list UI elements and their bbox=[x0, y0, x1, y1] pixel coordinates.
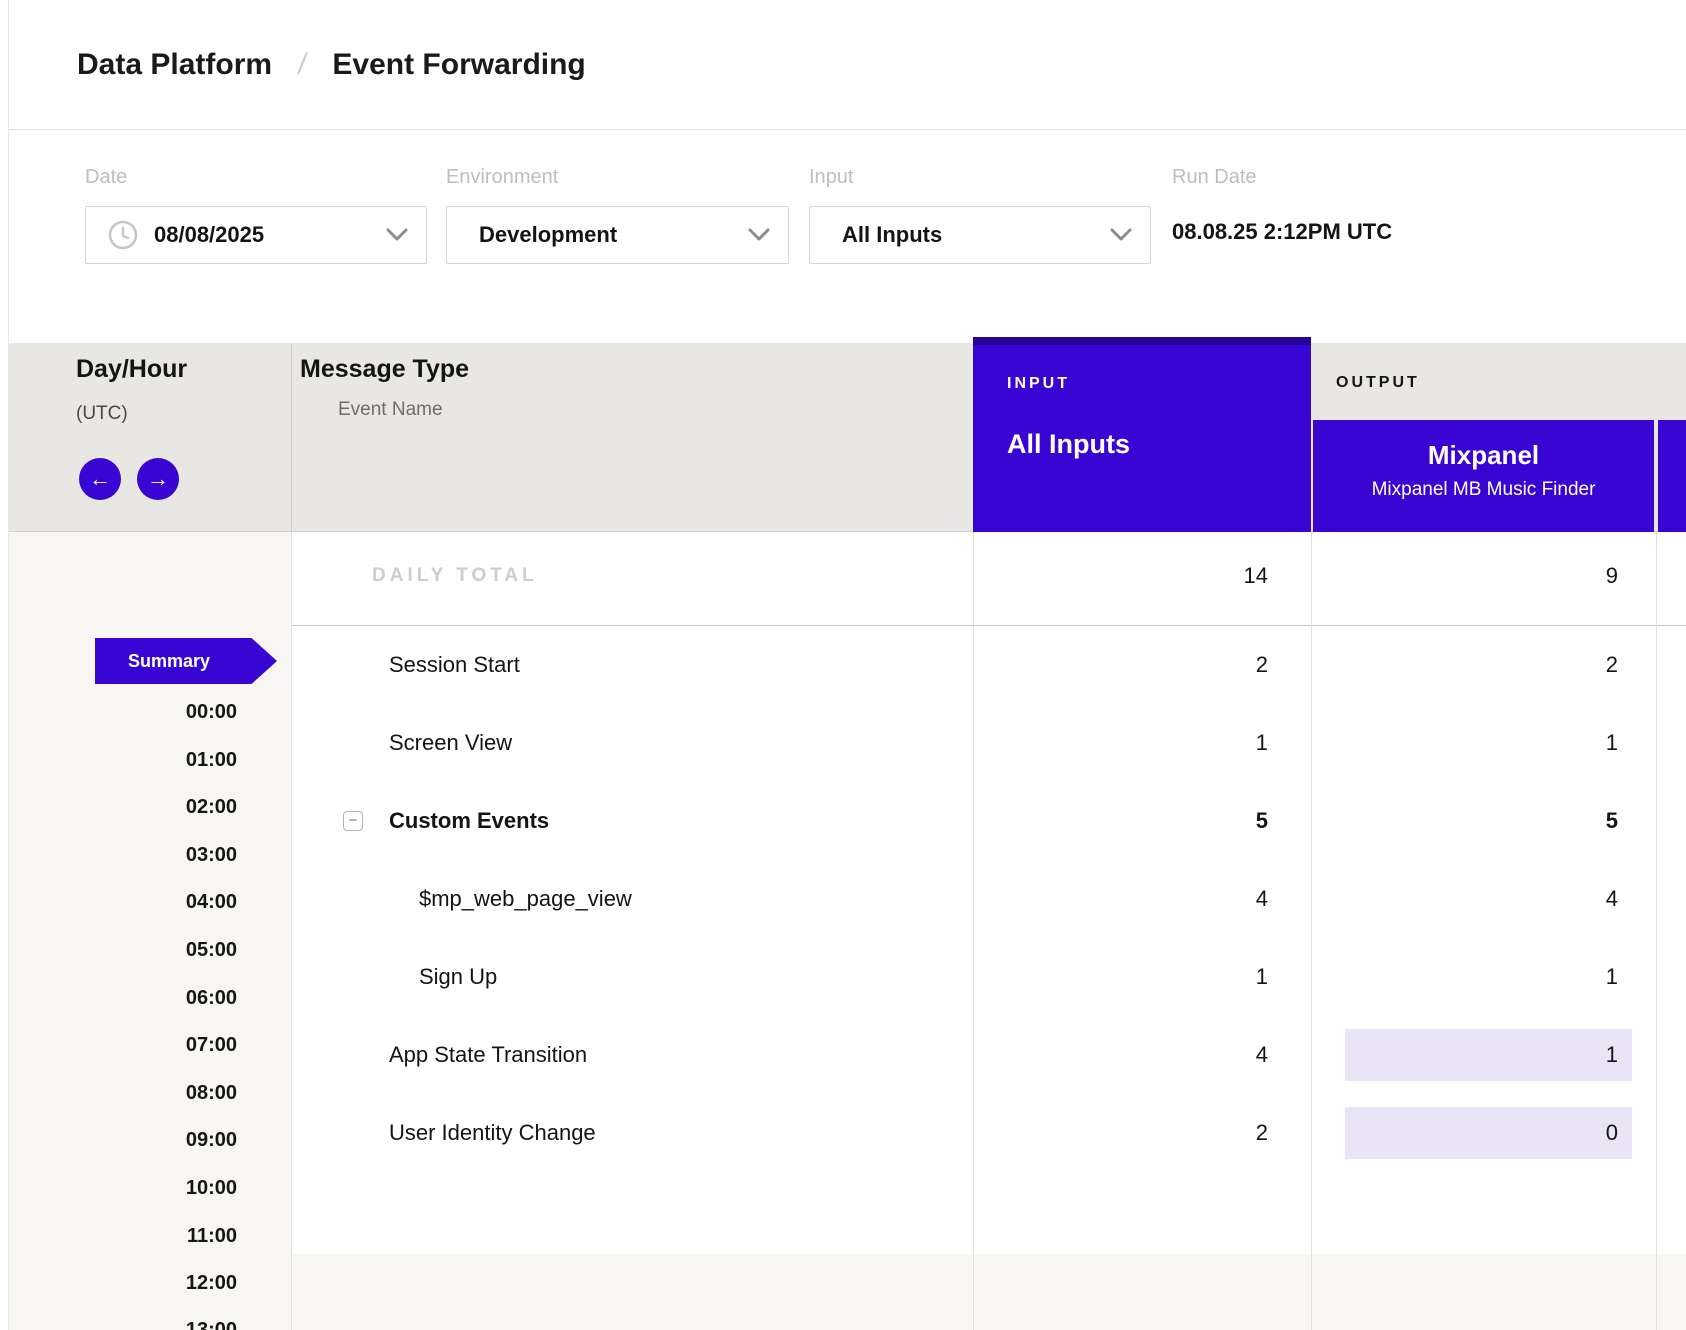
input-header-accent bbox=[973, 337, 1311, 345]
day-hour-column-title: Day/Hour bbox=[76, 355, 187, 384]
output-subtitle: Mixpanel MB Music Finder bbox=[1313, 479, 1654, 501]
summary-row-selector[interactable]: Summary bbox=[95, 638, 277, 684]
event-name: App State Transition bbox=[389, 1042, 587, 1068]
hour-row[interactable]: 11:00 bbox=[8, 1225, 237, 1248]
input-filter-label: Input bbox=[809, 166, 853, 189]
grid-line bbox=[1311, 532, 1312, 1330]
hour-row[interactable]: 02:00 bbox=[8, 796, 237, 819]
hour-row[interactable]: 09:00 bbox=[8, 1129, 237, 1152]
grid-line bbox=[291, 532, 292, 1330]
hour-row[interactable]: 04:00 bbox=[8, 891, 237, 914]
event-name: User Identity Change bbox=[389, 1120, 596, 1146]
output-name: Mixpanel bbox=[1313, 440, 1654, 471]
event-name: Screen View bbox=[389, 730, 512, 756]
environment-value: Development bbox=[479, 222, 617, 248]
event-group-name: Custom Events bbox=[389, 808, 549, 834]
table-row: App State Transition 4 1 bbox=[291, 1016, 1686, 1094]
table-footer-area bbox=[291, 1254, 1686, 1330]
output-column-header-mixpanel[interactable]: Mixpanel Mixpanel MB Music Finder bbox=[1313, 420, 1654, 532]
input-header-value: All Inputs bbox=[1007, 429, 1311, 460]
environment-filter-label: Environment bbox=[446, 166, 558, 189]
daily-total-row: DAILY TOTAL 14 9 bbox=[291, 532, 1686, 626]
column-divider bbox=[291, 343, 292, 532]
table-row: $mp_web_page_view 4 4 bbox=[291, 860, 1686, 938]
table-row: − Custom Events 5 5 bbox=[291, 782, 1686, 860]
input-count: 4 bbox=[974, 886, 1268, 912]
hour-row[interactable]: 00:00 bbox=[8, 701, 237, 724]
input-count: 1 bbox=[974, 964, 1268, 990]
date-select[interactable]: 08/08/2025 bbox=[85, 206, 427, 264]
run-date-value: 08.08.25 2:12PM UTC bbox=[1172, 219, 1392, 245]
day-hour-column-subtitle: (UTC) bbox=[76, 403, 128, 425]
input-count: 4 bbox=[974, 1042, 1268, 1068]
output-count: 1 bbox=[1315, 964, 1618, 990]
daily-total-output-value: 9 bbox=[1315, 563, 1618, 589]
daily-total-input-value: 14 bbox=[974, 563, 1268, 589]
input-column-header[interactable]: INPUT All Inputs bbox=[973, 337, 1311, 532]
output-column-header-next[interactable] bbox=[1658, 420, 1686, 532]
date-value: 08/08/2025 bbox=[154, 222, 264, 248]
event-name: Sign Up bbox=[419, 964, 497, 990]
output-count: 5 bbox=[1315, 808, 1618, 834]
message-type-column-title: Message Type bbox=[300, 355, 469, 384]
breadcrumb-section-link[interactable]: Data Platform bbox=[77, 48, 272, 82]
input-count: 2 bbox=[974, 1120, 1268, 1146]
hour-row[interactable]: 03:00 bbox=[8, 844, 237, 867]
output-count: 0 bbox=[1606, 1120, 1618, 1146]
input-count: 2 bbox=[974, 652, 1268, 678]
date-filter-label: Date bbox=[85, 166, 127, 189]
message-type-column-subtitle: Event Name bbox=[338, 399, 443, 421]
highlighted-output-cell: 1 bbox=[1345, 1029, 1632, 1081]
grid-line bbox=[973, 532, 974, 1330]
daily-total-label: DAILY TOTAL bbox=[372, 565, 538, 587]
environment-select[interactable]: Development bbox=[446, 206, 789, 264]
hour-row[interactable]: 01:00 bbox=[8, 749, 237, 772]
input-value: All Inputs bbox=[842, 222, 942, 248]
hour-row[interactable]: 13:00 bbox=[8, 1319, 237, 1330]
prev-day-button[interactable]: ← bbox=[79, 458, 121, 500]
table-row: Session Start 2 2 bbox=[291, 626, 1686, 704]
chevron-down-icon bbox=[386, 228, 408, 242]
output-count: 1 bbox=[1315, 730, 1618, 756]
chevron-down-icon bbox=[1110, 228, 1132, 242]
hour-row[interactable]: 05:00 bbox=[8, 939, 237, 962]
hour-row[interactable]: 06:00 bbox=[8, 987, 237, 1010]
output-count: 4 bbox=[1315, 886, 1618, 912]
page-title: Event Forwarding bbox=[332, 48, 585, 82]
table-row: User Identity Change 2 0 bbox=[291, 1094, 1686, 1172]
collapse-icon[interactable]: − bbox=[343, 811, 363, 831]
input-count: 5 bbox=[974, 808, 1268, 834]
breadcrumb-separator: / bbox=[296, 48, 309, 82]
breadcrumb: Data Platform / Event Forwarding bbox=[9, 0, 1686, 130]
run-date-label: Run Date bbox=[1172, 166, 1257, 189]
hour-row[interactable]: 12:00 bbox=[8, 1272, 237, 1295]
hour-row[interactable]: 10:00 bbox=[8, 1177, 237, 1200]
output-count: 1 bbox=[1606, 1042, 1618, 1068]
input-count: 1 bbox=[974, 730, 1268, 756]
input-header-label: INPUT bbox=[1007, 345, 1311, 393]
event-name: Session Start bbox=[389, 652, 520, 678]
chevron-down-icon bbox=[748, 228, 770, 242]
hour-row[interactable]: 08:00 bbox=[8, 1082, 237, 1105]
clock-icon bbox=[108, 220, 138, 250]
grid-line bbox=[1656, 532, 1657, 1330]
event-rows: Session Start 2 2 Screen View 1 1 − Cust… bbox=[291, 626, 1686, 1254]
table-row: Screen View 1 1 bbox=[291, 704, 1686, 782]
event-name: $mp_web_page_view bbox=[419, 886, 632, 912]
output-section-label: OUTPUT bbox=[1336, 374, 1420, 392]
table-row: Sign Up 1 1 bbox=[291, 938, 1686, 1016]
filter-bar: Date Environment Input Run Date 08/08/20… bbox=[9, 131, 1686, 343]
highlighted-output-cell: 0 bbox=[1345, 1107, 1632, 1159]
hour-row[interactable]: 07:00 bbox=[8, 1034, 237, 1057]
input-select[interactable]: All Inputs bbox=[809, 206, 1151, 264]
next-day-button[interactable]: → bbox=[137, 458, 179, 500]
output-count: 2 bbox=[1315, 652, 1618, 678]
event-forwarding-page: Data Platform / Event Forwarding Date En… bbox=[0, 0, 1686, 1330]
